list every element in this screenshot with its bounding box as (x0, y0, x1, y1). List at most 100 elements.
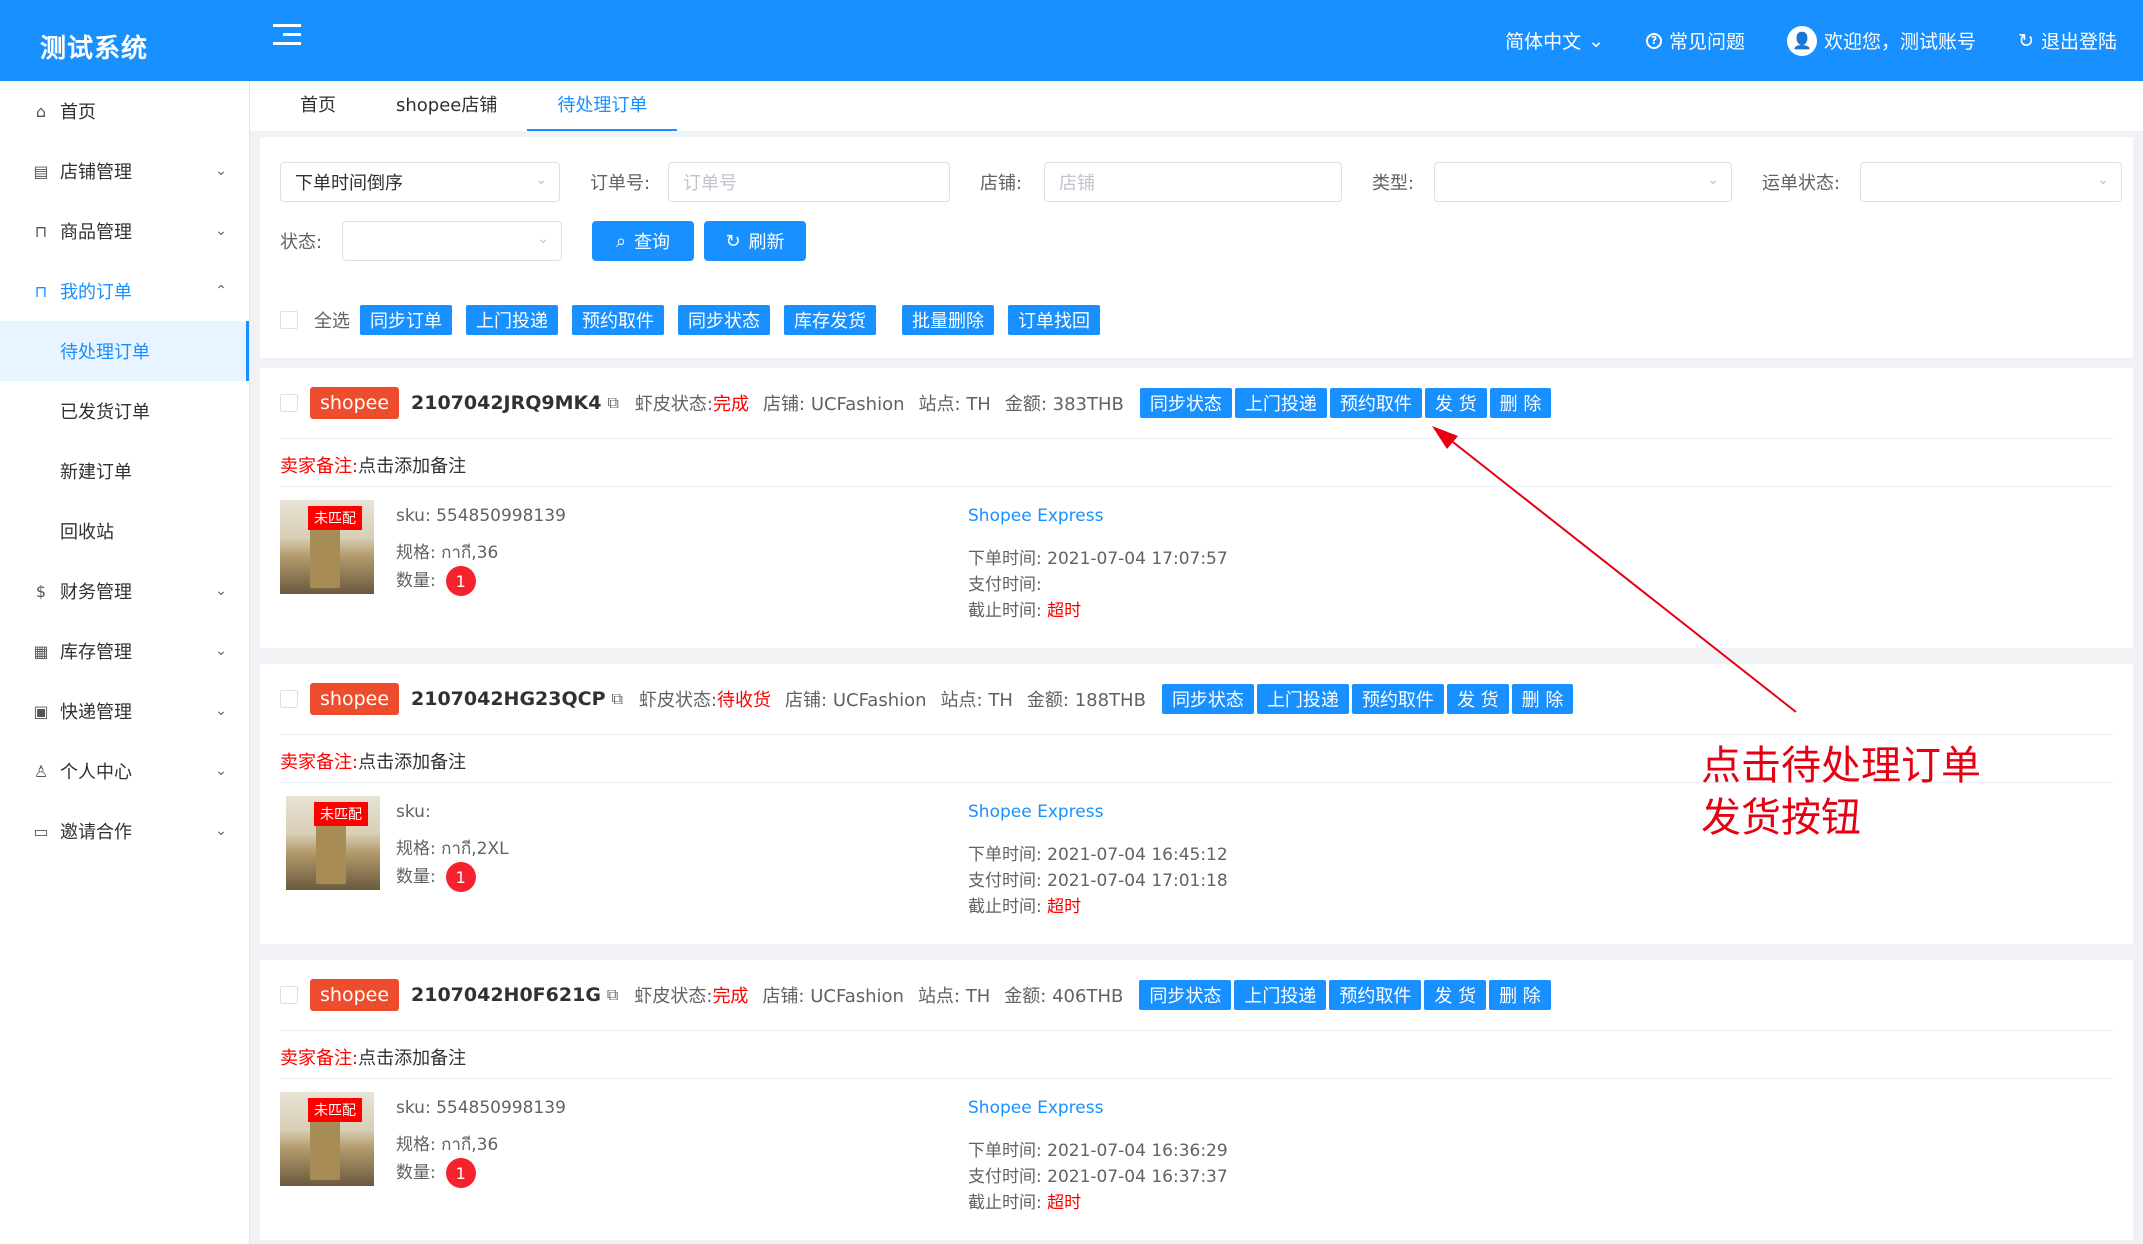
tab-shopee-shop[interactable]: shopee店铺 (366, 81, 527, 131)
bulk-sync-orders-button[interactable]: 同步订单 (360, 305, 452, 335)
home-icon: ⌂ (35, 101, 47, 121)
order-time: 下单时间: 2021-07-04 16:36:29 (968, 1141, 1228, 1161)
page-tabs: 首页 shopee店铺 待处理订单 (250, 81, 2143, 131)
bag-icon: ⊓ (34, 221, 48, 241)
schedule-pickup-button[interactable]: 预约取件 (1329, 980, 1422, 1010)
add-remark-link[interactable]: 点击添加备注 (358, 752, 466, 773)
schedule-pickup-button[interactable]: 预约取件 (1351, 684, 1444, 714)
app-logo: 测试系统 (40, 34, 149, 64)
sidebar-item-label: 首页 (60, 102, 96, 123)
status-label: 状态: (280, 232, 323, 253)
order-checkbox[interactable] (280, 986, 298, 1004)
chevron-down-icon: ⌄ (537, 231, 549, 247)
delete-button[interactable]: 删 除 (1489, 980, 1551, 1010)
waybill-status-select[interactable]: ⌄ (1860, 162, 2122, 202)
qty-field: 数量: 1 (396, 862, 476, 892)
user-menu[interactable]: 👤 欢迎您，测试账号 (1787, 25, 1977, 56)
schedule-pickup-button[interactable]: 预约取件 (1329, 388, 1422, 418)
bulk-door-delivery-button[interactable]: 上门投递 (466, 305, 558, 335)
ship-button[interactable]: 发 货 (1424, 388, 1487, 418)
tab-pending-orders[interactable]: 待处理订单 (527, 81, 678, 131)
logout-button[interactable]: ↻ 退出登陆 (2018, 27, 2117, 54)
order-number: 2107042HG23QCP (411, 688, 606, 710)
copy-icon[interactable]: ⧉ (607, 985, 618, 1005)
sync-status-button[interactable]: 同步状态 (1161, 684, 1254, 714)
sidebar-subitem-recycle[interactable]: 回收站 (0, 501, 249, 561)
sidebar-item-invite[interactable]: ▭ 邀请合作 ⌄ (0, 801, 249, 861)
sort-select[interactable]: 下单时间倒序 ⌄ (280, 162, 560, 202)
amount-field: 金额: 188THB (1026, 690, 1146, 711)
sidebar-subitem-new[interactable]: 新建订单 (0, 441, 249, 501)
sidebar-item-orders[interactable]: ⊓ 我的订单 ⌃ (0, 261, 249, 321)
bulk-delete-button[interactable]: 批量删除 (902, 305, 994, 335)
waybill-status-label: 运单状态: (1762, 173, 1841, 194)
sidebar-subitem-pending[interactable]: 待处理订单 (0, 321, 249, 381)
door-delivery-button[interactable]: 上门投递 (1234, 388, 1327, 418)
sidebar-item-home[interactable]: ⌂ 首页 (0, 81, 249, 141)
order-time: 下单时间: 2021-07-04 17:07:57 (968, 549, 1228, 569)
door-delivery-button[interactable]: 上门投递 (1256, 684, 1349, 714)
bulk-schedule-pickup-button[interactable]: 预约取件 (572, 305, 664, 335)
product-thumbnail: 未匹配 (280, 500, 374, 594)
shrimp-status: 虾皮状态:完成 (634, 986, 749, 1007)
seller-remark: 卖家备注:点击添加备注 (280, 1048, 467, 1069)
site-field: 站点: TH (940, 690, 1013, 711)
stock-icon: ▦ (33, 641, 49, 661)
ship-button[interactable]: 发 货 (1446, 684, 1509, 714)
avatar: 👤 (1787, 25, 1818, 56)
platform-tag: shopee (310, 979, 400, 1011)
status-select[interactable]: ⌄ (342, 221, 562, 261)
sidebar-item-goods[interactable]: ⊓ 商品管理 ⌄ (0, 201, 249, 261)
order-card: shopee 2107042H0F621G ⧉ 虾皮状态:完成 店铺: UCFa… (260, 960, 2133, 1240)
search-icon: ⌕ (615, 230, 627, 252)
order-no-input[interactable]: 订单号 (668, 162, 950, 202)
order-recover-button[interactable]: 订单找回 (1008, 305, 1100, 335)
copy-icon[interactable]: ⧉ (607, 393, 618, 413)
express-link[interactable]: Shopee Express (968, 506, 1103, 526)
sidebar-subitem-shipped[interactable]: 已发货订单 (0, 381, 249, 441)
tab-home[interactable]: 首页 (270, 81, 366, 131)
sidebar-item-shop[interactable]: ▤ 店铺管理 ⌄ (0, 141, 249, 201)
menu-collapse-icon[interactable] (273, 24, 301, 48)
chevron-down-icon: ⌄ (215, 643, 227, 659)
refresh-button[interactable]: ↻ 刷新 (704, 221, 806, 261)
header-actions: 简体中文 ⌄ ? 常见问题 👤 欢迎您，测试账号 ↻ 退出登陆 (1505, 0, 2117, 81)
ship-button[interactable]: 发 货 (1424, 980, 1487, 1010)
copy-icon[interactable]: ⧉ (612, 689, 623, 709)
sidebar-item-profile[interactable]: ♙ 个人中心 ⌄ (0, 741, 249, 801)
shop-input[interactable]: 店铺 (1044, 162, 1342, 202)
language-dropdown[interactable]: 简体中文 ⌄ (1505, 27, 1604, 54)
welcome-text: 欢迎您，测试账号 (1824, 31, 1977, 53)
sort-value: 下单时间倒序 (295, 173, 403, 194)
select-all-checkbox[interactable] (280, 311, 298, 329)
sidebar-item-finance[interactable]: $ 财务管理 ⌄ (0, 561, 249, 621)
express-link[interactable]: Shopee Express (968, 802, 1103, 822)
order-actions: 同步状态 上门投递 预约取件 发 货 删 除 (1161, 684, 1574, 714)
express-link[interactable]: Shopee Express (968, 1098, 1103, 1118)
order-checkbox[interactable] (280, 690, 298, 708)
order-checkbox[interactable] (280, 394, 298, 412)
type-select[interactable]: ⌄ (1434, 162, 1732, 202)
sidebar-item-stock[interactable]: ▦ 库存管理 ⌄ (0, 621, 249, 681)
delete-button[interactable]: 删 除 (1489, 388, 1552, 418)
delete-button[interactable]: 删 除 (1511, 684, 1574, 714)
door-delivery-button[interactable]: 上门投递 (1234, 980, 1327, 1010)
query-button-label: 查询 (634, 232, 671, 253)
sidebar: ⌂ 首页 ▤ 店铺管理 ⌄ ⊓ 商品管理 ⌄ ⊓ 我的订单 ⌃ 待处理订单 已发… (0, 81, 250, 1244)
chevron-down-icon: ⌄ (2097, 172, 2109, 188)
shop-placeholder: 店铺 (1059, 173, 1095, 194)
add-remark-link[interactable]: 点击添加备注 (358, 1048, 466, 1069)
bulk-sync-status-button[interactable]: 同步状态 (678, 305, 770, 335)
query-button[interactable]: ⌕ 查询 (592, 221, 694, 261)
shop-field: 店铺: UCFashion (785, 690, 927, 711)
sync-status-button[interactable]: 同步状态 (1139, 980, 1232, 1010)
faq-link[interactable]: ? 常见问题 (1646, 27, 1745, 54)
chevron-down-icon: ⌄ (1588, 29, 1605, 52)
pay-time: 支付时间: 2021-07-04 16:37:37 (968, 1167, 1228, 1187)
deadline: 截止时间: 超时 (968, 1193, 1082, 1213)
pay-time: 支付时间: (968, 575, 1042, 595)
bulk-stock-ship-button[interactable]: 库存发货 (784, 305, 876, 335)
sidebar-item-express[interactable]: ▣ 快递管理 ⌄ (0, 681, 249, 741)
add-remark-link[interactable]: 点击添加备注 (358, 456, 466, 477)
sync-status-button[interactable]: 同步状态 (1139, 388, 1232, 418)
